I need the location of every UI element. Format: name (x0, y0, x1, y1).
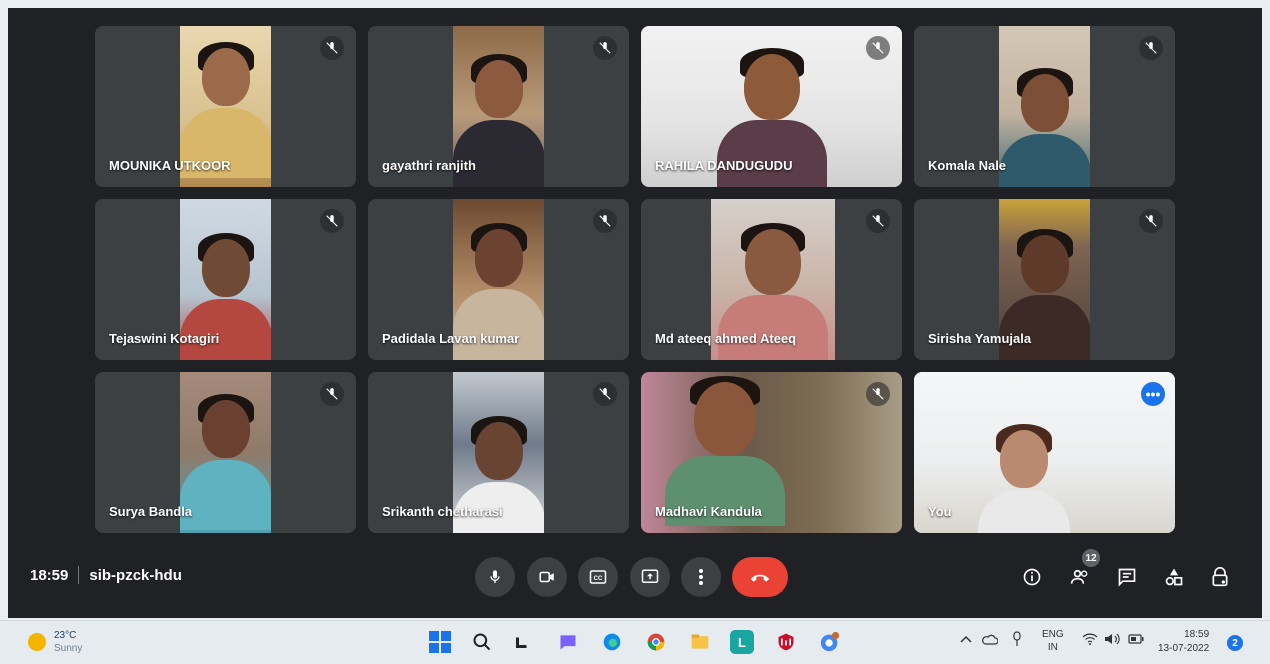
chrome-profile-icon[interactable] (818, 630, 842, 654)
more-options-button[interactable] (681, 557, 721, 597)
info-icon (1023, 568, 1041, 586)
control-bar: 18:59 sib-pzck-hdu CC 12 (8, 549, 1262, 603)
volume-icon[interactable] (1104, 633, 1120, 648)
participant-tile[interactable]: Madhavi Kandula (641, 372, 902, 533)
participant-name: RAHILA DANDUGUDU (655, 158, 793, 173)
divider (78, 566, 80, 584)
notification-badge[interactable]: 2 (1227, 635, 1243, 651)
mic-off-icon (320, 209, 344, 233)
clock-time: 18:59 (1184, 629, 1210, 640)
svg-text:CC: CC (594, 576, 603, 582)
start-icon[interactable] (428, 630, 452, 654)
tray-chevron-icon[interactable] (960, 635, 972, 646)
clock-date: 13-07-2022 (1158, 643, 1210, 654)
present-button[interactable] (630, 557, 670, 597)
self-tile[interactable]: You ••• (914, 372, 1175, 533)
wifi-icon[interactable] (1082, 633, 1098, 648)
lang-line1: ENG (1042, 629, 1064, 640)
people-icon (1070, 569, 1088, 584)
end-call-button[interactable] (732, 557, 788, 597)
activities-button[interactable] (1160, 563, 1188, 591)
participant-video (999, 26, 1090, 187)
participant-video (180, 372, 271, 533)
mic-off-icon (320, 382, 344, 406)
clock[interactable]: 18:59 13-07-2022 (1158, 628, 1209, 656)
battery-icon[interactable] (1128, 634, 1144, 647)
participant-tile[interactable]: Tejaswini Kotagiri (95, 199, 356, 360)
meet-window: MOUNIKA UTKOOR gayathri ranjith RAHILA D… (8, 8, 1262, 618)
host-controls-button[interactable] (1206, 563, 1234, 591)
usb-icon[interactable] (1012, 631, 1022, 650)
chat-button[interactable] (1113, 563, 1141, 591)
chat-app-icon[interactable] (556, 630, 580, 654)
meeting-code: sib-pzck-hdu (89, 566, 182, 584)
mic-off-icon (593, 36, 617, 60)
camera-button[interactable] (527, 557, 567, 597)
participant-name: Madhavi Kandula (655, 504, 762, 519)
participant-tile[interactable]: MOUNIKA UTKOOR (95, 26, 356, 187)
participant-name: Srikanth chetharasi (382, 504, 503, 519)
end-call-icon (750, 574, 770, 582)
mic-off-icon (866, 209, 890, 233)
mic-off-icon (866, 36, 890, 60)
edge-icon[interactable] (600, 630, 624, 654)
more-options-icon (699, 569, 703, 585)
activities-icon (1165, 568, 1183, 586)
taskbar: 23°C Sunny L ENG IN 18:59 13-07-2022 2 (0, 620, 1270, 664)
participant-name: Komala Nale (928, 158, 1007, 173)
mic-icon (490, 570, 500, 583)
language-indicator[interactable]: ENG IN (1042, 628, 1064, 654)
participant-tile[interactable]: Srikanth chetharasi (368, 372, 629, 533)
learning-app-icon[interactable]: L (730, 630, 754, 654)
participant-count-badge: 12 (1082, 549, 1100, 567)
weather-desc: Sunny (54, 643, 83, 654)
more-options-icon[interactable]: ••• (1141, 382, 1165, 406)
captions-button[interactable]: CC (578, 557, 618, 597)
task-view-icon[interactable] (510, 630, 534, 654)
participant-name: gayathri ranjith (382, 158, 476, 173)
sun-icon (28, 633, 46, 651)
mcafee-icon[interactable] (774, 630, 798, 654)
present-icon (641, 569, 659, 583)
mic-off-icon (1139, 209, 1163, 233)
participant-name: Md ateeq ahmed Ateeq (655, 331, 797, 346)
search-icon[interactable] (470, 630, 494, 654)
host-controls-icon (1212, 567, 1228, 587)
participant-tile[interactable]: RAHILA DANDUGUDU (641, 26, 902, 187)
participant-tile[interactable]: Padidala Lavan kumar (368, 199, 629, 360)
onedrive-icon[interactable] (982, 633, 999, 648)
mic-off-icon (593, 382, 617, 406)
camera-icon (539, 571, 554, 583)
info-button[interactable] (1018, 563, 1046, 591)
participant-name: Sirisha Yamujala (928, 331, 1032, 346)
chat-icon (1118, 568, 1136, 587)
participant-name: MOUNIKA UTKOOR (109, 158, 231, 173)
weather-temp: 23°C (54, 630, 77, 641)
meeting-info: 18:59 sib-pzck-hdu (30, 566, 182, 584)
self-video (914, 372, 1175, 533)
chrome-icon[interactable] (644, 630, 668, 654)
participant-tile[interactable]: Sirisha Yamujala (914, 199, 1175, 360)
participant-name: Padidala Lavan kumar (382, 331, 520, 346)
participant-tile[interactable]: Komala Nale (914, 26, 1175, 187)
mic-button[interactable] (475, 557, 515, 597)
file-explorer-icon[interactable] (688, 630, 712, 654)
mic-off-icon (866, 382, 890, 406)
participant-tile[interactable]: Surya Bandla (95, 372, 356, 533)
mic-off-icon (593, 209, 617, 233)
participant-name: Surya Bandla (109, 504, 193, 519)
meeting-time: 18:59 (30, 566, 69, 584)
mic-off-icon (320, 36, 344, 60)
mic-off-icon (1139, 36, 1163, 60)
participant-tile[interactable]: gayathri ranjith (368, 26, 629, 187)
lang-line2: IN (1047, 642, 1058, 653)
weather-widget[interactable]: 23°C Sunny (28, 629, 82, 655)
captions-icon: CC (589, 570, 607, 584)
participant-name: Tejaswini Kotagiri (109, 331, 220, 346)
participant-name: You (928, 504, 952, 519)
participant-tile[interactable]: Md ateeq ahmed Ateeq (641, 199, 902, 360)
people-button[interactable]: 12 (1066, 549, 1100, 591)
